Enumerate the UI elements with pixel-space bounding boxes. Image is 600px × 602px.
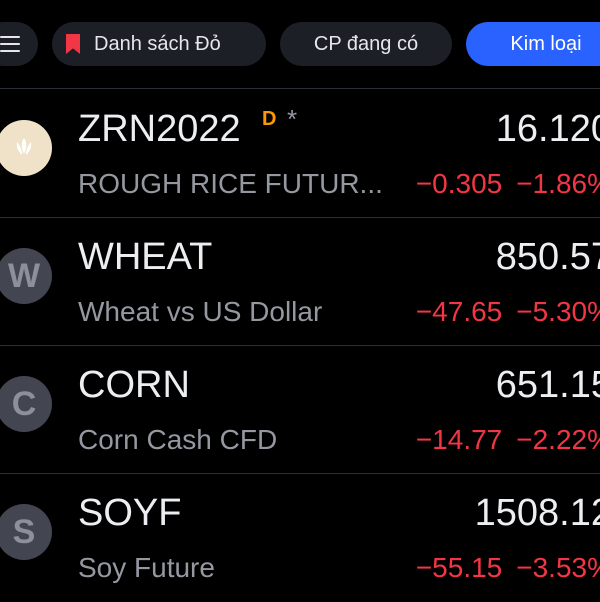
last-price: 16.120 <box>495 108 600 150</box>
change-value: −47.65 <box>415 296 503 327</box>
change-percent: −5.30% <box>516 296 600 327</box>
red-flag-icon <box>66 34 80 54</box>
ticker-symbol: SOYF <box>78 492 182 534</box>
watchlist-row-soyf[interactable]: S SOYF Soy Future 1508.12 −55.15 −3.53% <box>0 474 600 602</box>
price-change: −55.15 −3.53% <box>380 552 600 584</box>
change-value: −0.305 <box>415 168 503 199</box>
filter-chip-label: CP đang có <box>313 32 419 55</box>
last-price: 1508.12 <box>474 492 600 534</box>
ticker-description: Corn Cash CFD <box>78 424 278 455</box>
change-percent: −3.53% <box>516 552 600 583</box>
price-change: −0.305 −1.86% <box>380 168 600 200</box>
menu-button[interactable] <box>0 22 38 66</box>
change-value: −14.77 <box>415 424 503 455</box>
ticker-description: ROUGH RICE FUTUR... <box>78 168 383 199</box>
filter-chip-holdings[interactable]: CP đang có <box>280 22 452 66</box>
delayed-badge: D <box>262 108 277 130</box>
watchlist-row-zrn2022[interactable]: ZRN2022 D * ROUGH RICE FUTUR... 16.120 −… <box>0 90 600 218</box>
last-price: 651.15 <box>495 364 600 406</box>
price-change: −14.77 −2.22% <box>380 424 600 456</box>
divider <box>0 88 600 89</box>
watchlist-row-corn[interactable]: C CORN Corn Cash CFD 651.15 −14.77 −2.22% <box>0 346 600 474</box>
last-price: 850.57 <box>495 236 600 278</box>
asterisk-icon: * <box>287 104 298 134</box>
ticker-symbol: WHEAT <box>78 236 213 278</box>
filter-bar: Danh sách Đỏ CP đang có Kim loại <box>0 0 600 86</box>
filter-chip-metals[interactable]: Kim loại <box>466 22 600 66</box>
price-change: −47.65 −5.30% <box>380 296 600 328</box>
change-value: −55.15 <box>415 552 503 583</box>
change-percent: −2.22% <box>516 424 600 455</box>
rice-icon <box>0 120 52 176</box>
ticker-description: Soy Future <box>78 552 215 583</box>
change-percent: −1.86% <box>516 168 600 199</box>
letter-w-icon: W <box>0 248 52 304</box>
hamburger-icon <box>0 36 20 52</box>
ticker-symbol: CORN <box>78 364 190 406</box>
letter-c-icon: C <box>0 376 52 432</box>
watchlist-row-wheat[interactable]: W WHEAT Wheat vs US Dollar 850.57 −47.65… <box>0 218 600 346</box>
filter-chip-red-list[interactable]: Danh sách Đỏ <box>52 22 266 66</box>
filter-chip-label: Kim loại <box>510 32 582 55</box>
ticker-symbol: ZRN2022 <box>78 108 241 150</box>
filter-chip-label: Danh sách Đỏ <box>94 32 221 55</box>
letter-s-icon: S <box>0 504 52 560</box>
ticker-description: Wheat vs US Dollar <box>78 296 323 327</box>
